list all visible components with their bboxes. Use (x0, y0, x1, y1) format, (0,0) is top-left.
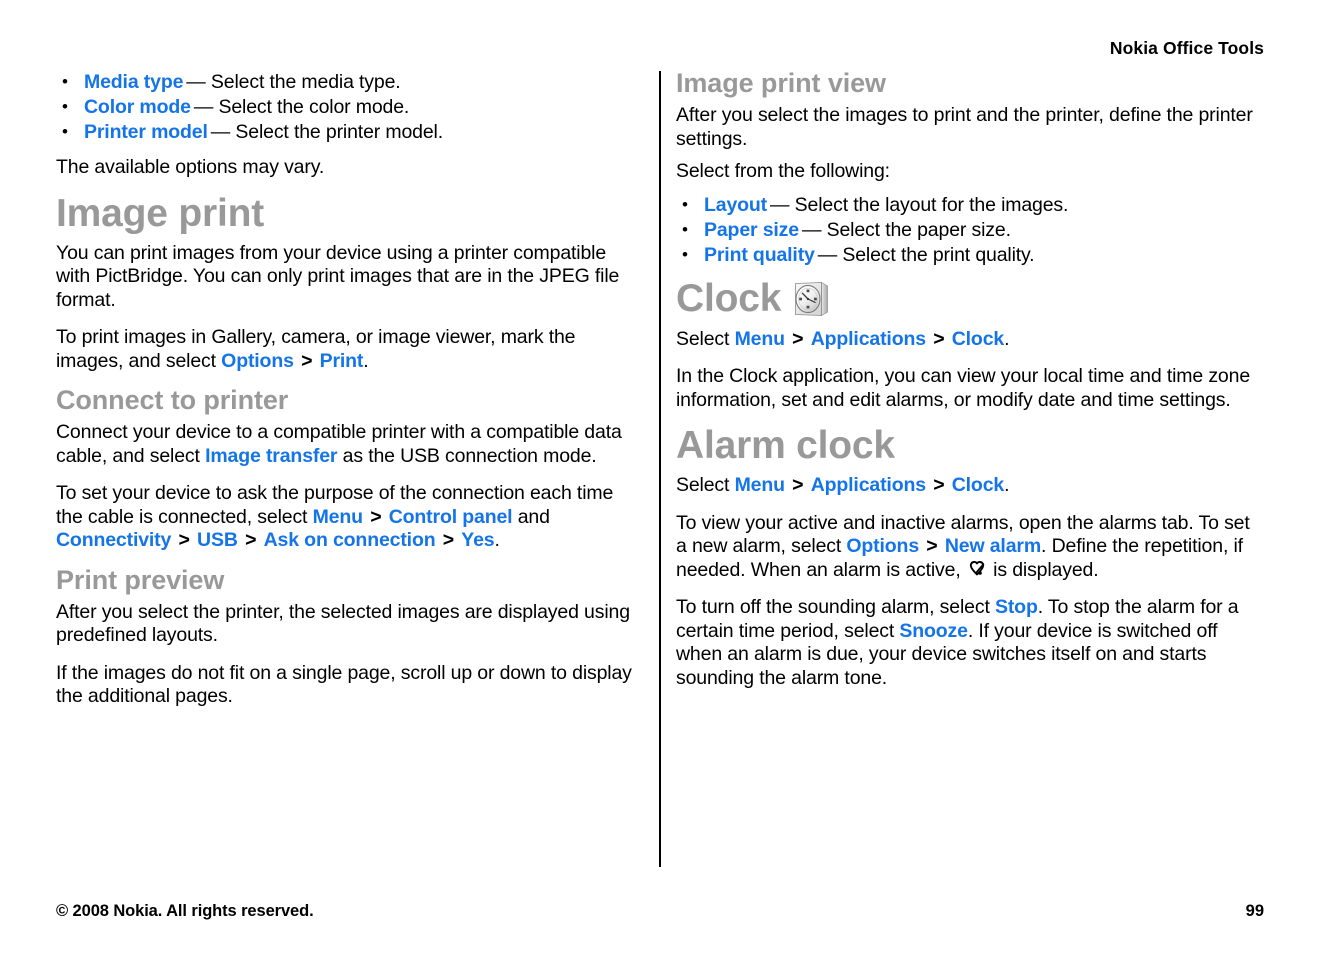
available-options-note: The available options may vary. (56, 156, 325, 178)
ui-term-stop[interactable]: Stop (995, 596, 1038, 618)
print-preview-paragraph-1: After you select the printer, the select… (56, 600, 630, 647)
section-heading-label: Image print (56, 191, 264, 235)
running-head: Nokia Office Tools (1109, 38, 1264, 58)
subsection-heading-print-preview: Print preview (56, 564, 225, 595)
bullet-dash: — (210, 121, 231, 143)
bullet-dash: — (817, 243, 838, 266)
text-fragment: . (1004, 327, 1010, 350)
bullet-dash: — (770, 193, 790, 216)
text-fragment: Select (676, 327, 735, 350)
text-fragment: To print images in Gallery, camera, or i… (56, 326, 576, 372)
alarm-clock-paragraph-1: To view your active and inactive alarms,… (676, 512, 1264, 583)
image-print-paragraph-1: You can print images from your device us… (56, 241, 620, 311)
path-separator: > (933, 474, 945, 496)
text-fragment: as the USB connection mode. (337, 444, 597, 467)
manual-page: Nokia Office Tools Media type— Select th… (0, 0, 1322, 954)
ui-term-usb[interactable]: USB (197, 529, 238, 551)
bullet-description: Select the print quality. (842, 243, 1035, 266)
text-fragment: . (1004, 474, 1010, 496)
list-item: Layout— Select the layout for the images… (676, 192, 1264, 218)
bullet-description: Select the paper size. (826, 218, 1011, 241)
footer-page-number: 99 (1245, 902, 1264, 920)
alarm-active-icon (967, 560, 987, 579)
connect-printer-paragraph-1: Connect your device to a compatible prin… (56, 421, 644, 468)
right-column: Image print view After you select the im… (676, 70, 1264, 690)
clock-description-paragraph: In the Clock application, you can view y… (676, 365, 1251, 411)
ui-term-clock[interactable]: Clock (952, 328, 1005, 350)
ui-term-image-transfer[interactable]: Image transfer (205, 445, 337, 467)
ui-term-options[interactable]: Options (221, 350, 294, 372)
bullet-dash: — (801, 218, 822, 241)
text-fragment: is displayed. (987, 558, 1099, 581)
list-item: Paper size— Select the paper size. (676, 217, 1264, 243)
alarm-clock-menu-path: Select Menu > Applications > Clock. (676, 474, 1264, 498)
alarm-clock-paragraph-2: To turn off the sounding alarm, select S… (676, 596, 1264, 690)
list-item: Print quality— Select the print quality. (676, 242, 1264, 268)
ui-term-ask-on-connection[interactable]: Ask on connection (264, 529, 436, 551)
path-separator: > (370, 505, 382, 528)
path-separator: > (301, 349, 313, 372)
bullet-description: Select the media type. (210, 71, 401, 93)
bullet-description: Select the printer model. (235, 121, 443, 143)
subsection-heading-connect-to-printer: Connect to printer (56, 385, 289, 415)
left-column: Media type— Select the media type. Color… (56, 69, 644, 709)
subsection-heading-image-print-view: Image print view (676, 68, 886, 98)
ui-term-menu[interactable]: Menu (735, 474, 785, 496)
text-fragment: To turn off the sounding alarm, select (676, 596, 995, 618)
text-fragment: Select (676, 474, 735, 496)
list-item: Printer model— Select the printer model. (56, 119, 644, 145)
bullet-dash: — (186, 71, 206, 93)
footer-copyright: © 2008 Nokia. All rights reserved. (56, 902, 314, 920)
bullet-description: Select the layout for the images. (794, 193, 1069, 216)
ui-term-yes[interactable]: Yes (461, 529, 494, 551)
path-separator: > (178, 529, 190, 551)
section-heading-label: Alarm clock (676, 424, 895, 467)
list-item: Color mode— Select the color mode. (56, 94, 644, 120)
path-separator: > (792, 327, 804, 350)
text-fragment: and (512, 505, 550, 528)
image-print-view-bullet-list: Layout— Select the layout for the images… (676, 192, 1264, 268)
connect-printer-paragraph-2: To set your device to ask the purpose of… (56, 482, 644, 553)
ui-term-menu[interactable]: Menu (735, 328, 785, 350)
image-print-view-paragraph-2: Select from the following: (676, 160, 890, 182)
bullet-term[interactable]: Print quality (704, 244, 815, 266)
bullet-term[interactable]: Layout (704, 194, 767, 216)
ui-term-print[interactable]: Print (320, 350, 364, 372)
ui-term-control-panel[interactable]: Control panel (389, 506, 513, 528)
image-print-paragraph-2: To print images in Gallery, camera, or i… (56, 326, 644, 373)
section-heading-image-print: Image print (56, 194, 644, 233)
clock-icon (790, 279, 832, 319)
ui-term-applications[interactable]: Applications (811, 474, 926, 496)
section-heading-label: Clock (676, 277, 782, 320)
bullet-term[interactable]: Color mode (84, 96, 191, 118)
printer-settings-bullet-list: Media type— Select the media type. Color… (56, 69, 644, 145)
section-heading-alarm-clock: Alarm clock (676, 426, 1264, 465)
path-separator: > (245, 529, 257, 551)
path-separator: > (442, 529, 455, 551)
bullet-term[interactable]: Media type (84, 71, 183, 93)
ui-term-connectivity[interactable]: Connectivity (56, 529, 171, 551)
path-separator: > (933, 327, 945, 350)
ui-term-menu[interactable]: Menu (313, 506, 363, 528)
bullet-dash: — (193, 96, 214, 118)
ui-term-applications[interactable]: Applications (811, 328, 926, 350)
ui-term-new-alarm[interactable]: New alarm (945, 535, 1041, 557)
text-fragment: . (494, 529, 500, 551)
ui-term-clock[interactable]: Clock (952, 474, 1005, 496)
list-item: Media type— Select the media type. (56, 69, 644, 95)
bullet-term[interactable]: Paper size (704, 219, 799, 241)
text-fragment: . (363, 349, 369, 372)
ui-term-snooze[interactable]: Snooze (899, 620, 968, 642)
path-separator: > (926, 535, 938, 557)
path-separator: > (792, 474, 804, 496)
clock-menu-path: Select Menu > Applications > Clock. (676, 328, 1264, 352)
bullet-term[interactable]: Printer model (84, 121, 208, 143)
section-heading-clock: Clock (676, 279, 1264, 319)
column-divider (659, 71, 661, 867)
bullet-description: Select the color mode. (218, 96, 410, 118)
ui-term-options[interactable]: Options (846, 535, 919, 557)
print-preview-paragraph-2: If the images do not fit on a single pag… (56, 661, 632, 708)
image-print-view-paragraph-1: After you select the images to print and… (676, 104, 1253, 150)
